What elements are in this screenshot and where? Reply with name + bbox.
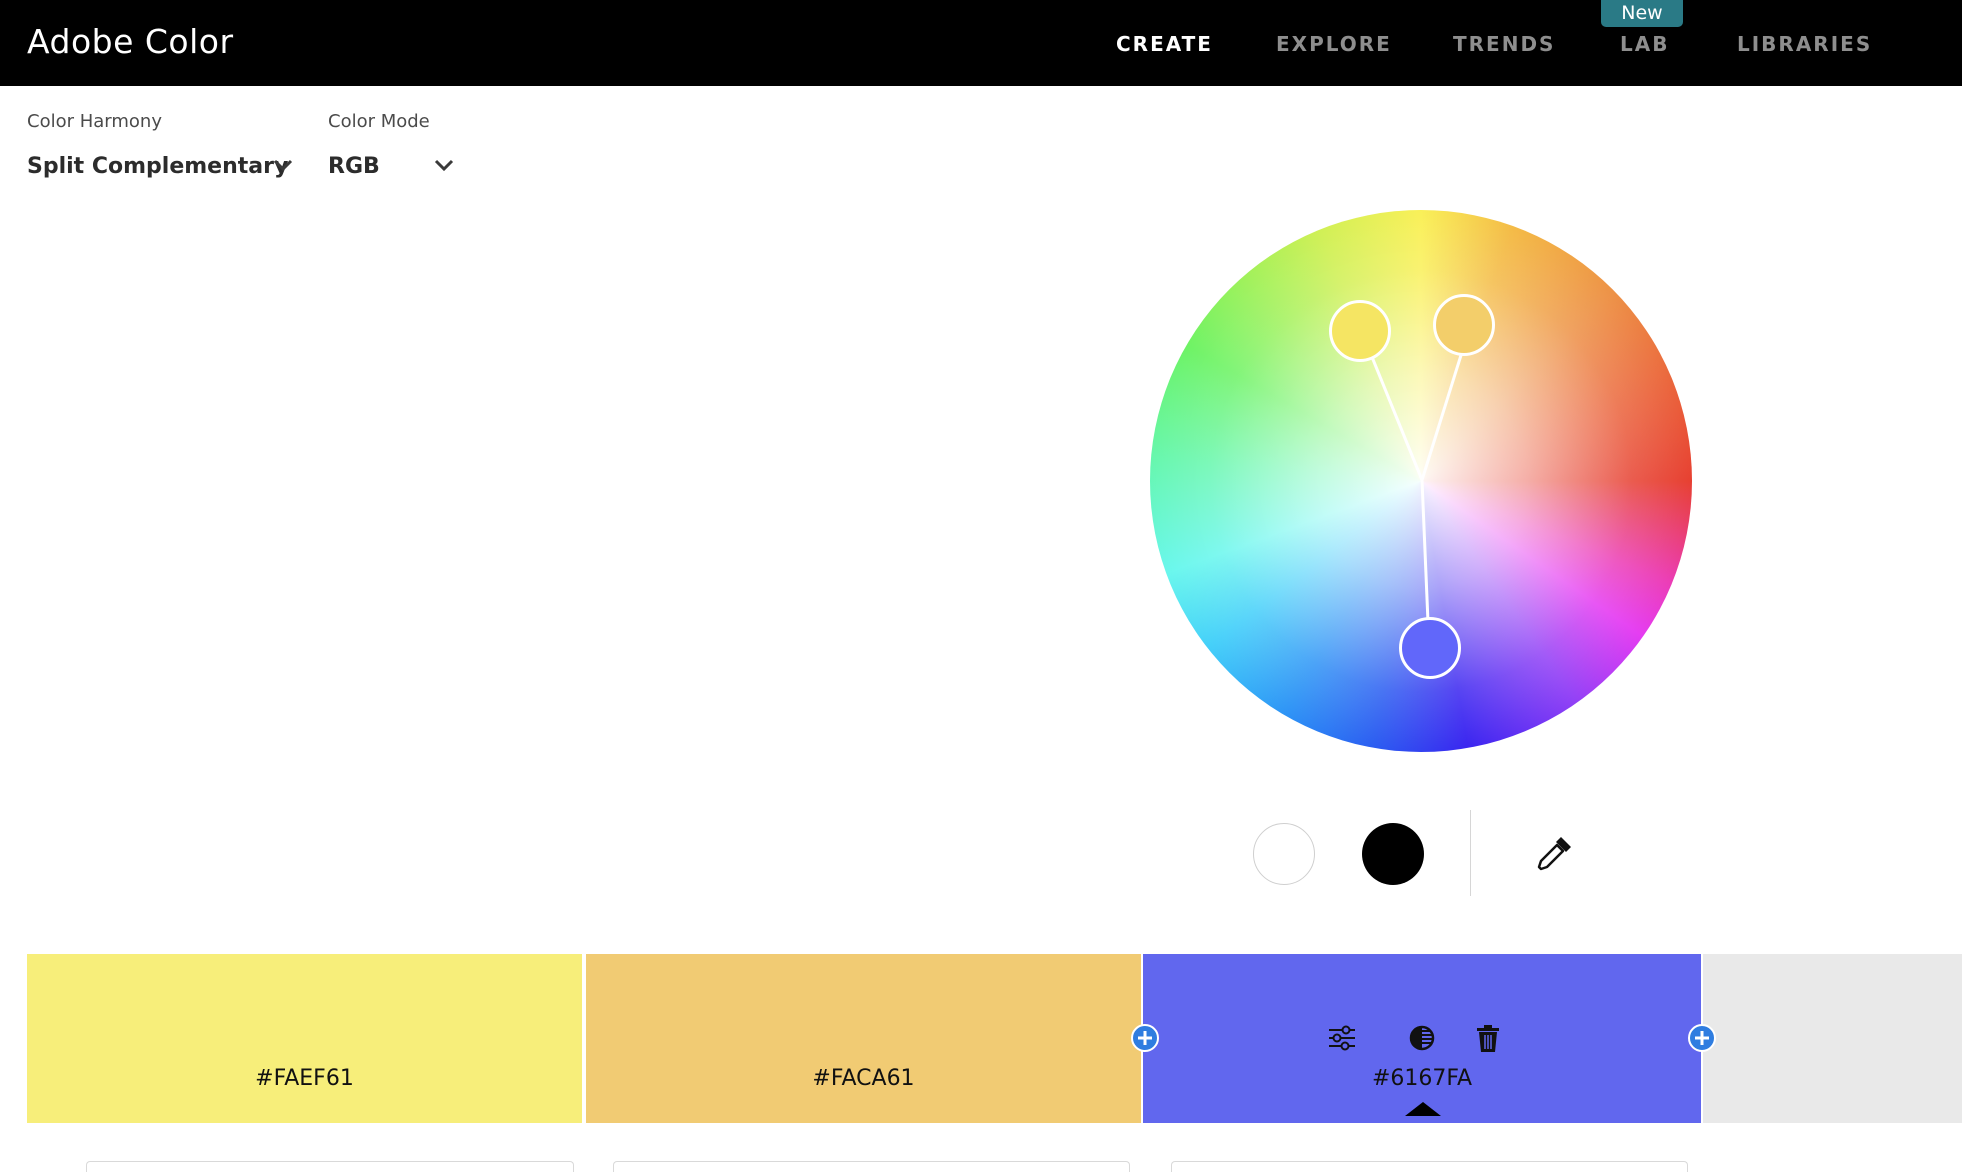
white-swatch[interactable] (1253, 823, 1315, 885)
palette-swatch-1[interactable]: #FAEF61 (27, 954, 582, 1123)
nav-explore[interactable]: EXPLORE (1276, 32, 1392, 56)
color-harmony-select[interactable]: Split Complementary (27, 154, 288, 179)
new-badge: New (1601, 0, 1683, 27)
wheel-handle-1[interactable] (1329, 300, 1391, 362)
palette-swatch-2[interactable]: #FACA61 (586, 954, 1141, 1123)
color-mode-label: Color Mode (328, 111, 430, 132)
sliders-icon[interactable] (1326, 1022, 1358, 1054)
swatch-hex-value[interactable]: #FACA61 (586, 1066, 1141, 1091)
color-mode-select[interactable]: RGB (328, 154, 380, 179)
app-logo-title[interactable]: Adobe Color (27, 22, 234, 61)
add-swatch-button[interactable] (1688, 1024, 1716, 1052)
nav-lab[interactable]: LAB (1620, 32, 1669, 56)
nav-libraries[interactable]: LIBRARIES (1737, 32, 1872, 56)
chevron-down-icon[interactable] (434, 158, 454, 172)
eyedropper-icon[interactable] (1535, 833, 1575, 873)
wheel-handle-base[interactable] (1399, 617, 1461, 679)
trash-icon[interactable] (1472, 1022, 1504, 1054)
wheel-handle-2[interactable] (1433, 294, 1495, 356)
nav-trends[interactable]: TRENDS (1453, 32, 1555, 56)
selected-swatch-indicator (1405, 1102, 1441, 1116)
swatch-detail-card (86, 1161, 574, 1172)
swatch-hex-value[interactable]: #6167FA (1143, 1066, 1701, 1091)
palette-empty-slot[interactable] (1703, 954, 1962, 1123)
swatch-detail-card (613, 1161, 1130, 1172)
picker-divider (1470, 810, 1471, 896)
chevron-down-icon[interactable] (273, 158, 293, 172)
swatch-detail-card (1171, 1161, 1688, 1172)
swatch-hex-value[interactable]: #FAEF61 (27, 1066, 582, 1091)
top-nav-bar: Adobe Color CREATE EXPLORE TRENDS New LA… (0, 0, 1962, 86)
color-harmony-label: Color Harmony (27, 111, 162, 132)
color-wheel[interactable] (1150, 210, 1692, 752)
nav-create[interactable]: CREATE (1116, 32, 1213, 56)
black-swatch[interactable] (1362, 823, 1424, 885)
contrast-icon[interactable] (1408, 1024, 1436, 1052)
add-swatch-button[interactable] (1131, 1024, 1159, 1052)
